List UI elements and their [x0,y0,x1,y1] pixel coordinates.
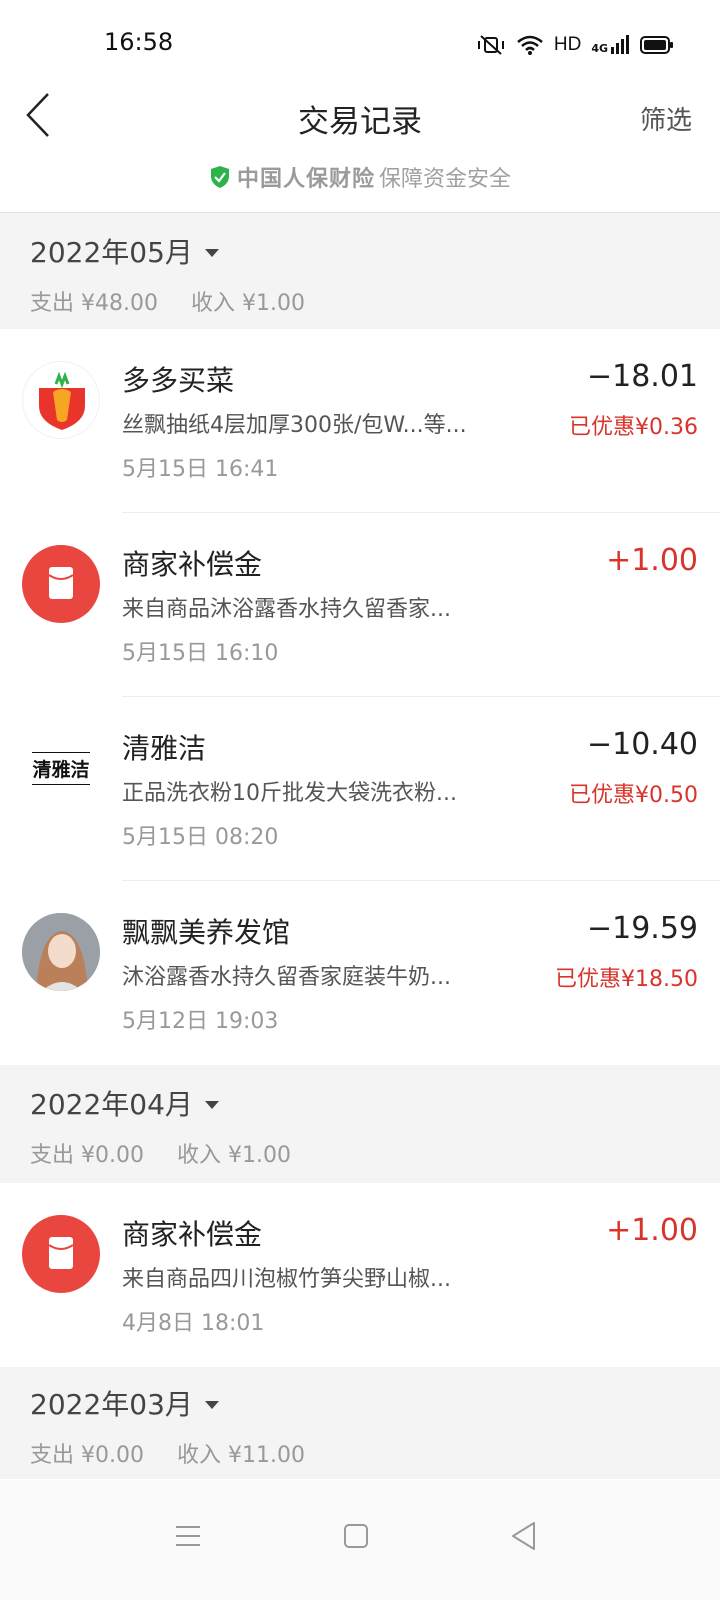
month-expense: 支出 ¥48.00 [30,291,158,316]
month-header: 2022年04月 支出 ¥0.00 收入 ¥1.00 [0,1065,720,1183]
battery-icon [640,36,673,54]
merchant-logo-text: 清雅洁 [32,758,90,781]
discount-label: 已优惠¥0.36 [569,415,698,440]
caret-down-icon [204,249,219,257]
merchant-avatar [22,361,100,439]
merchant-name: 商家补偿金 [122,548,263,581]
month-selector[interactable]: 2022年05月 [30,231,720,271]
merchant-name: 清雅洁 [122,732,207,765]
merchant-name: 商家补偿金 [122,1218,263,1251]
transaction-time: 5月15日 16:41 [122,457,279,482]
transaction-amount: −19.59 [586,911,698,946]
merchant-name: 飘飘美养发馆 [122,916,291,949]
red-envelope-icon [48,1237,74,1269]
month-summary: 支出 ¥0.00 收入 ¥11.00 [30,1437,720,1469]
month-selector[interactable]: 2022年03月 [30,1383,720,1423]
month-income: 收入 ¥11.00 [176,1443,305,1468]
home-button[interactable] [336,1516,376,1556]
insurer-brand: 中国人保财险 [236,167,375,192]
back-triangle-icon [512,1522,535,1550]
transaction-time: 5月15日 08:20 [122,825,279,850]
month-income: 收入 ¥1.00 [190,291,305,316]
caret-down-icon [204,1101,219,1109]
month-expense: 支出 ¥0.00 [30,1443,144,1468]
hd-indicator: HD [553,34,582,55]
transaction-amount: −10.40 [586,727,698,762]
month-income: 收入 ¥1.00 [176,1143,291,1168]
menu-button[interactable] [168,1516,208,1556]
status-icons: HD 4G [476,30,674,60]
month-header: 2022年05月 支出 ¥48.00 收入 ¥1.00 [0,213,720,329]
transaction-time: 5月12日 19:03 [122,1009,279,1034]
transaction-row[interactable]: 飘飘美养发馆 沐浴露香水持久留香家庭装牛奶... 5月12日 19:03 −19… [0,881,720,1065]
page-title: 交易记录 [298,104,422,140]
month-selector[interactable]: 2022年04月 [30,1083,720,1123]
filter-button[interactable]: 筛选 [640,100,692,137]
top-nav-bar: 交易记录 筛选 [0,90,720,150]
signal-icon: 4G [591,35,630,55]
compensation-avatar [22,545,100,623]
transaction-time: 4月8日 18:01 [122,1311,265,1336]
transaction-desc: 来自商品沐浴露香水持久留香家... [122,597,451,622]
security-banner: 中国人保财险 保障资金安全 [0,160,720,194]
compensation-avatar [22,1215,100,1293]
red-envelope-icon [48,567,74,599]
month-title: 2022年04月 [30,1088,193,1121]
transaction-list: 2022年05月 支出 ¥48.00 收入 ¥1.00 多多买菜 丝飘抽纸4层加… [0,213,720,1479]
home-icon [344,1524,368,1548]
discount-label: 已优惠¥18.50 [555,967,698,992]
month-title: 2022年05月 [30,236,193,269]
caret-down-icon [204,1401,219,1409]
wifi-icon [517,35,543,55]
transaction-row[interactable]: 多多买菜 丝飘抽纸4层加厚300张/包W...等... 5月15日 16:41 … [0,329,720,513]
security-note: 保障资金安全 [379,167,512,192]
month-expense: 支出 ¥0.00 [30,1143,144,1168]
merchant-avatar: 清雅洁 [22,729,100,807]
menu-icon [176,1526,200,1546]
month-title: 2022年03月 [30,1388,193,1421]
system-nav-bar [0,1480,720,1600]
status-time: 16:58 [104,28,174,56]
merchant-avatar-photo [22,913,100,991]
transaction-desc: 丝飘抽纸4层加厚300张/包W...等... [122,413,467,438]
network-type: 4G [591,42,608,55]
transaction-row[interactable]: 商家补偿金 来自商品沐浴露香水持久留香家... 5月15日 16:10 +1.0… [0,513,720,697]
carrot-logo-icon [39,371,85,430]
transaction-amount: +1.00 [606,1213,698,1248]
merchant-name: 多多买菜 [122,364,235,397]
back-nav-button[interactable] [504,1516,544,1556]
vibrate-mute-icon [477,35,504,55]
person-photo-icon [22,913,100,991]
shield-check-icon [210,166,229,188]
transaction-time: 5月15日 16:10 [122,641,279,666]
month-summary: 支出 ¥0.00 收入 ¥1.00 [30,1137,720,1169]
transaction-desc: 正品洗衣粉10斤批发大袋洗衣粉... [122,781,457,806]
transaction-row[interactable]: 商家补偿金 来自商品四川泡椒竹笋尖野山椒... 4月8日 18:01 +1.00 [0,1183,720,1367]
discount-label: 已优惠¥0.50 [569,783,698,808]
transaction-row[interactable]: 清雅洁 清雅洁 正品洗衣粉10斤批发大袋洗衣粉... 5月15日 08:20 −… [0,697,720,881]
transaction-desc: 沐浴露香水持久留香家庭装牛奶... [122,965,451,990]
transaction-desc: 来自商品四川泡椒竹笋尖野山椒... [122,1267,451,1292]
month-header: 2022年03月 支出 ¥0.00 收入 ¥11.00 [0,1367,720,1479]
status-bar: 16:58 HD 4G [0,0,720,90]
transaction-amount: −18.01 [586,359,698,394]
month-summary: 支出 ¥48.00 收入 ¥1.00 [30,285,720,317]
transaction-amount: +1.00 [606,543,698,578]
